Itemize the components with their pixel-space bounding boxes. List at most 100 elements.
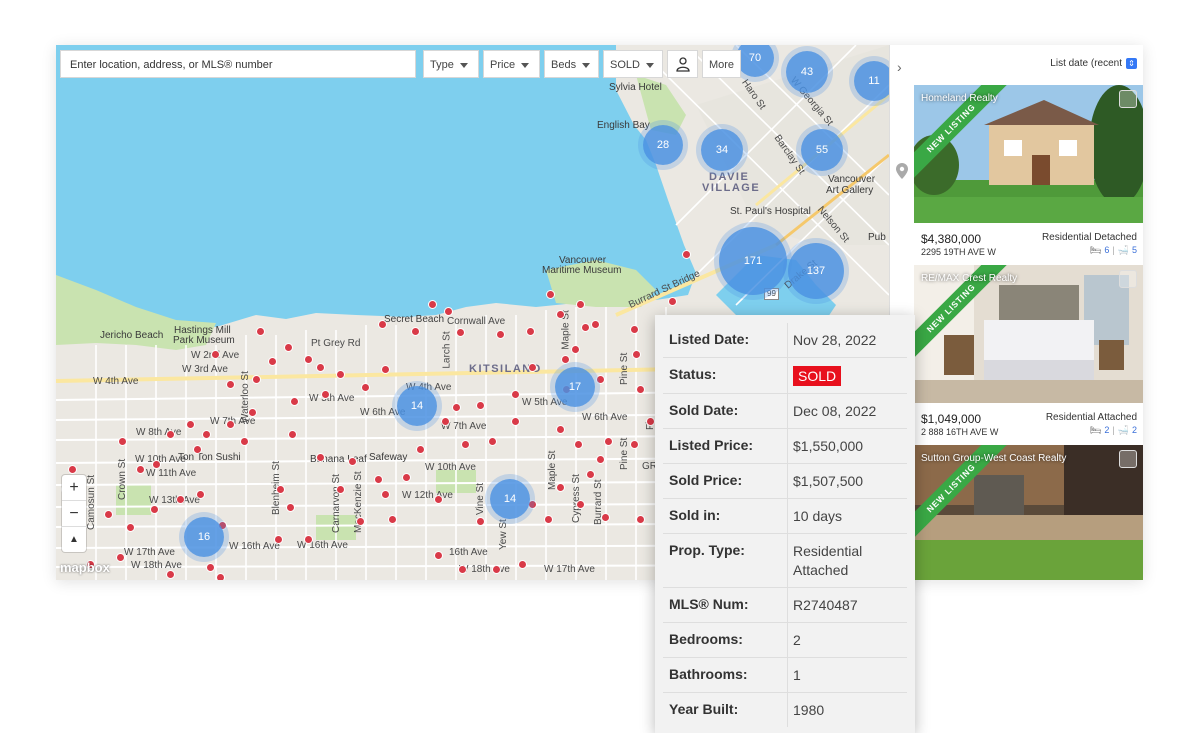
zoom-out-button[interactable]: − <box>62 501 86 527</box>
listing-marker[interactable] <box>461 440 470 449</box>
listing-marker[interactable] <box>476 517 485 526</box>
listing-marker[interactable] <box>452 403 461 412</box>
listing-marker[interactable] <box>630 325 639 334</box>
listing-marker[interactable] <box>176 495 185 504</box>
listing-marker[interactable] <box>356 517 365 526</box>
more-filters-button[interactable]: More <box>702 50 741 78</box>
listing-marker[interactable] <box>571 345 580 354</box>
map-cluster[interactable]: 17 <box>555 367 595 407</box>
listing-marker[interactable] <box>166 430 175 439</box>
listing-marker[interactable] <box>646 417 655 426</box>
listing-marker[interactable] <box>630 440 639 449</box>
listing-marker[interactable] <box>152 460 161 469</box>
listing-marker[interactable] <box>528 363 537 372</box>
listing-marker[interactable] <box>682 250 691 259</box>
listing-marker[interactable] <box>591 320 600 329</box>
status-filter-button[interactable]: SOLD <box>603 50 663 78</box>
listing-marker[interactable] <box>304 535 313 544</box>
listing-marker[interactable] <box>546 290 555 299</box>
listing-marker[interactable] <box>441 417 450 426</box>
listing-marker[interactable] <box>581 323 590 332</box>
listing-marker[interactable] <box>476 401 485 410</box>
price-filter-button[interactable]: Price <box>483 50 540 78</box>
listing-marker[interactable] <box>252 375 261 384</box>
map-cluster[interactable]: 137 <box>788 243 844 299</box>
listing-marker[interactable] <box>288 430 297 439</box>
compass-button[interactable]: ▲ <box>62 527 86 552</box>
listing-marker[interactable] <box>336 370 345 379</box>
listing-marker[interactable] <box>488 437 497 446</box>
zoom-in-button[interactable]: + <box>62 475 86 501</box>
listing-marker[interactable] <box>496 330 505 339</box>
listing-marker[interactable] <box>374 475 383 484</box>
listing-marker[interactable] <box>526 327 535 336</box>
type-filter-button[interactable]: Type <box>423 50 479 78</box>
listing-marker[interactable] <box>576 300 585 309</box>
listing-marker[interactable] <box>196 490 205 499</box>
listing-marker[interactable] <box>428 300 437 309</box>
listing-marker[interactable] <box>276 485 285 494</box>
listing-marker[interactable] <box>511 417 520 426</box>
listing-marker[interactable] <box>116 553 125 562</box>
listing-marker[interactable] <box>556 425 565 434</box>
listing-marker[interactable] <box>458 565 467 574</box>
listing-card[interactable]: NEW LISTING Homeland Realty $4,380,000 R… <box>914 85 1143 261</box>
listing-marker[interactable] <box>316 363 325 372</box>
listing-marker[interactable] <box>518 560 527 569</box>
listing-marker[interactable] <box>126 523 135 532</box>
listing-marker[interactable] <box>226 420 235 429</box>
map-cluster[interactable]: 28 <box>643 125 683 165</box>
beds-filter-button[interactable]: Beds <box>544 50 599 78</box>
listing-marker[interactable] <box>321 390 330 399</box>
listing-marker[interactable] <box>216 573 225 580</box>
sort-select[interactable]: List date (recent ⇕ <box>1050 58 1137 69</box>
listing-marker[interactable] <box>636 385 645 394</box>
chevron-right-icon[interactable]: › <box>897 59 902 75</box>
listing-marker[interactable] <box>556 310 565 319</box>
listing-marker[interactable] <box>226 380 235 389</box>
listing-marker[interactable] <box>434 551 443 560</box>
user-button[interactable] <box>667 50 698 78</box>
listing-marker[interactable] <box>193 445 202 454</box>
listing-marker[interactable] <box>202 430 211 439</box>
map-cluster[interactable]: 55 <box>801 129 843 171</box>
listing-marker[interactable] <box>596 455 605 464</box>
listing-marker[interactable] <box>636 515 645 524</box>
map-cluster[interactable]: 34 <box>701 129 743 171</box>
listing-marker[interactable] <box>104 510 113 519</box>
listing-card[interactable]: NEW LISTING RE/MAX Crest Realty $1,049,0… <box>914 265 1143 441</box>
listing-marker[interactable] <box>361 383 370 392</box>
listing-marker[interactable] <box>416 445 425 454</box>
listing-marker[interactable] <box>586 470 595 479</box>
listing-marker[interactable] <box>274 535 283 544</box>
listing-marker[interactable] <box>381 490 390 499</box>
listing-marker[interactable] <box>378 320 387 329</box>
listing-marker[interactable] <box>434 495 443 504</box>
listing-marker[interactable] <box>492 565 501 574</box>
listing-marker[interactable] <box>316 453 325 462</box>
listing-marker[interactable] <box>206 563 215 572</box>
listing-marker[interactable] <box>186 420 195 429</box>
listing-marker[interactable] <box>268 357 277 366</box>
listing-marker[interactable] <box>348 457 357 466</box>
listing-marker[interactable] <box>596 375 605 384</box>
listing-marker[interactable] <box>290 397 299 406</box>
listing-marker[interactable] <box>456 328 465 337</box>
listing-marker[interactable] <box>286 503 295 512</box>
listing-marker[interactable] <box>118 437 127 446</box>
listing-marker[interactable] <box>668 297 677 306</box>
listing-marker[interactable] <box>336 485 345 494</box>
map-pin-icon[interactable] <box>896 163 908 179</box>
listing-marker[interactable] <box>544 515 553 524</box>
map-cluster[interactable]: 14 <box>490 479 530 519</box>
listing-marker[interactable] <box>304 355 313 364</box>
listing-marker[interactable] <box>388 515 397 524</box>
map-cluster[interactable]: 16 <box>184 517 224 557</box>
listing-marker[interactable] <box>68 465 77 474</box>
listing-marker[interactable] <box>632 350 641 359</box>
listing-marker[interactable] <box>556 483 565 492</box>
listing-marker[interactable] <box>256 327 265 336</box>
listing-marker[interactable] <box>561 355 570 364</box>
listing-marker[interactable] <box>511 390 520 399</box>
listing-marker[interactable] <box>402 473 411 482</box>
